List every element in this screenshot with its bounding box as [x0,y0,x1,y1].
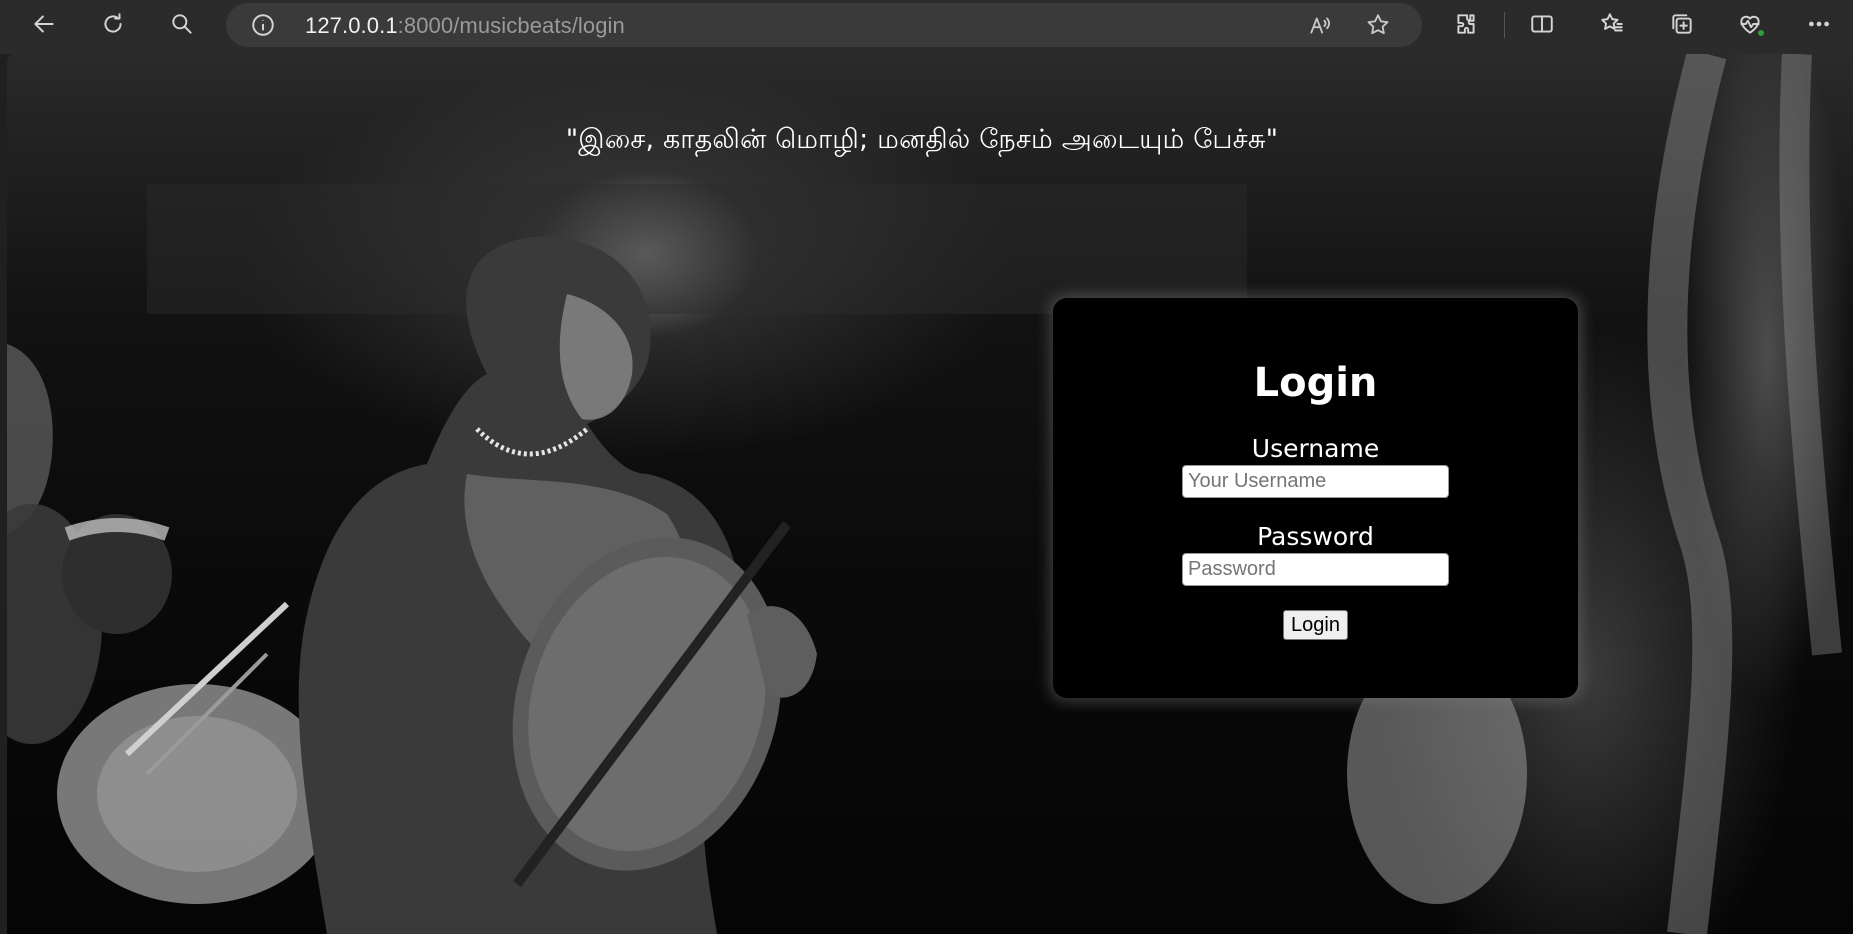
url-path: :8000/musicbeats/login [397,13,625,38]
tamil-quote: "இசை, காதலின் மொழி; மனதில் நேசம் அடையும்… [565,124,1279,155]
read-aloud-icon[interactable] [1304,10,1336,40]
split-screen-icon[interactable] [1520,6,1564,42]
login-button[interactable]: Login [1283,610,1348,640]
back-icon[interactable] [22,6,66,42]
toolbar-divider [1504,12,1505,38]
browser-toolbar: 127.0.0.1:8000/musicbeats/login [0,0,1853,54]
username-label: Username [1251,434,1380,463]
status-dot [1756,28,1766,38]
login-card: Login Username Password Login [1053,298,1578,698]
extensions-icon[interactable] [1444,6,1488,42]
url-text[interactable]: 127.0.0.1:8000/musicbeats/login [305,13,625,39]
collections-icon[interactable] [1660,6,1704,42]
favorites-icon[interactable] [1590,6,1634,42]
password-label: Password [1257,522,1374,551]
favorite-star-icon[interactable] [1362,10,1394,40]
address-bar[interactable]: 127.0.0.1:8000/musicbeats/login [226,3,1422,47]
search-icon[interactable] [160,6,204,42]
username-input[interactable] [1182,465,1449,498]
page-viewport: "இசை, காதலின் மொழி; மனதில் நேசம் அடையும்… [7,54,1853,934]
browser-essentials-icon[interactable] [1728,6,1772,42]
refresh-icon[interactable] [91,6,135,42]
more-icon[interactable] [1797,6,1841,42]
url-host: 127.0.0.1 [305,13,398,38]
login-title: Login [1253,360,1378,406]
password-input[interactable] [1182,553,1449,586]
info-icon[interactable] [250,12,276,38]
